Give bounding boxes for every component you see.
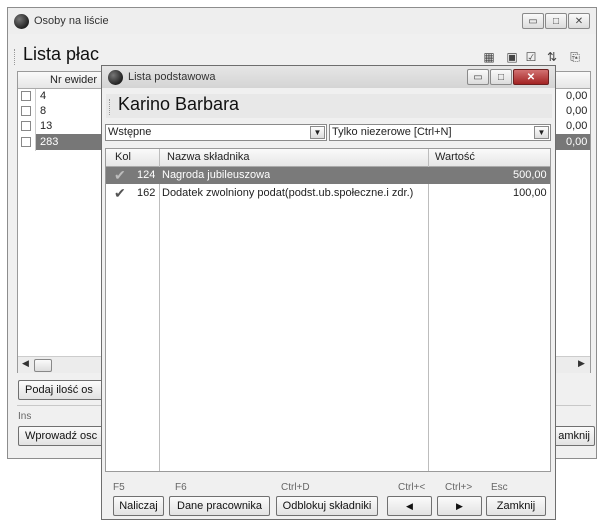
row-checkbox[interactable] (21, 91, 31, 101)
checkbox-icon[interactable]: ☑ (524, 50, 538, 64)
row-value: 0,00 (566, 136, 588, 148)
export-icon[interactable]: ⎘ (568, 50, 582, 64)
close-button[interactable]: ✕ (513, 69, 549, 85)
podaj-ilosc-button[interactable]: Podaj ilość os (18, 380, 110, 400)
odblokuj-button[interactable]: Odblokuj składniki (276, 496, 378, 516)
column-nazwa-header: Nazwa składnika (167, 151, 250, 163)
grid-icon[interactable]: ▣ (505, 50, 519, 64)
naliczaj-key: F5 (113, 482, 125, 493)
checkmark-icon: ✔ (114, 167, 126, 183)
ins-key-label: Ins (18, 411, 32, 422)
back-window-title: Osoby na liście (34, 15, 109, 27)
column-wartosc-header: Wartość (435, 151, 475, 163)
components-grid: Kol Nazwa składnika Wartość ✔ 124 Nagrod… (105, 148, 551, 472)
prev-button[interactable]: ◀ (387, 496, 432, 516)
maximize-button[interactable]: □ (545, 13, 567, 29)
minimize-button[interactable]: ▭ (467, 69, 489, 85)
page-title: Lista płac (23, 44, 100, 64)
row-nr: 4 (40, 90, 47, 102)
row-checkbox[interactable] (21, 106, 31, 116)
wprowadz-button[interactable]: Wprowadź osc (18, 426, 110, 446)
table-row-selected[interactable]: ✔ 124 Nagroda jubileuszowa 500,00 (106, 167, 550, 184)
next-button[interactable]: ▶ (437, 496, 482, 516)
table-row[interactable]: ✔ 162 Dodatek zwolniony podat(podst.ub.s… (106, 185, 550, 202)
back-zamknij-button[interactable]: amknij (551, 426, 595, 446)
odblokuj-key: Ctrl+D (281, 482, 310, 493)
scrollbar-thumb[interactable] (34, 359, 52, 372)
next-key: Ctrl+> (445, 482, 473, 493)
dialog-titlebar: Lista podstawowa ▭ □ ✕ (102, 66, 555, 88)
maximize-button[interactable]: □ (490, 69, 512, 85)
sort-icon[interactable]: ⇅ (545, 50, 559, 64)
row-nr: 283 (40, 136, 59, 148)
table-icon[interactable]: ▦ (482, 50, 496, 64)
row-value: 0,00 (566, 105, 588, 117)
row-checkbox[interactable] (21, 121, 31, 131)
row-nr: 13 (40, 120, 53, 132)
row-nr: 8 (40, 105, 47, 117)
minimize-button[interactable]: ▭ (522, 13, 544, 29)
dialog-title: Lista podstawowa (128, 71, 216, 83)
row-value: 0,00 (566, 90, 588, 102)
row-kol: 162 (137, 187, 156, 199)
filter-dropdown-right[interactable]: Tylko niezerowe [Ctrl+N] ▼ (329, 124, 551, 141)
arrow-left-icon: ◀ (406, 500, 413, 511)
back-heading-area: Lista płac (14, 44, 100, 66)
dialog-heading-area: Karino Barbara (106, 94, 552, 118)
scroll-left-icon[interactable]: ◀ (22, 358, 29, 369)
naliczaj-button[interactable]: Naliczaj (113, 496, 164, 516)
filter-right-value: Tylko niezerowe [Ctrl+N] (332, 126, 452, 138)
chevron-down-icon[interactable]: ▼ (310, 126, 325, 139)
checkmark-icon: ✔ (114, 185, 126, 201)
grip-icon (109, 99, 112, 116)
app-icon (14, 13, 29, 29)
grid-header: Kol Nazwa składnika Wartość (106, 149, 550, 167)
prev-key: Ctrl+< (398, 482, 426, 493)
row-checkbox[interactable] (21, 137, 31, 147)
row-value: 0,00 (566, 120, 588, 132)
chevron-down-icon[interactable]: ▼ (534, 126, 549, 139)
dane-key: F6 (175, 482, 187, 493)
zamknij-button[interactable]: Zamknij (486, 496, 546, 516)
column-nr-header: Nr ewider (50, 74, 98, 86)
grip-icon (14, 49, 17, 66)
column-kol-header: Kol (115, 151, 131, 163)
row-nazwa: Dodatek zwolniony podat(podst.ub.społecz… (162, 187, 414, 199)
row-nazwa: Nagroda jubileuszowa (162, 169, 271, 181)
row-wartosc: 500,00 (513, 169, 547, 181)
scroll-right-icon[interactable]: ▶ (578, 358, 585, 369)
employee-name: Karino Barbara (118, 94, 240, 114)
back-window-titlebar: Osoby na liście ▭ □ ✕ (8, 8, 596, 34)
close-button[interactable]: ✕ (568, 13, 590, 29)
filter-dropdown-left[interactable]: Wstępne ▼ (105, 124, 327, 141)
lista-podstawowa-dialog: Lista podstawowa ▭ □ ✕ Karino Barbara Ws… (101, 65, 556, 520)
dane-pracownika-button[interactable]: Dane pracownika (169, 496, 270, 516)
arrow-right-icon: ▶ (456, 500, 463, 511)
filter-left-value: Wstępne (108, 126, 152, 138)
row-kol: 124 (137, 169, 156, 181)
zamknij-key: Esc (491, 482, 508, 493)
app-icon (108, 69, 123, 85)
row-wartosc: 100,00 (513, 187, 547, 199)
